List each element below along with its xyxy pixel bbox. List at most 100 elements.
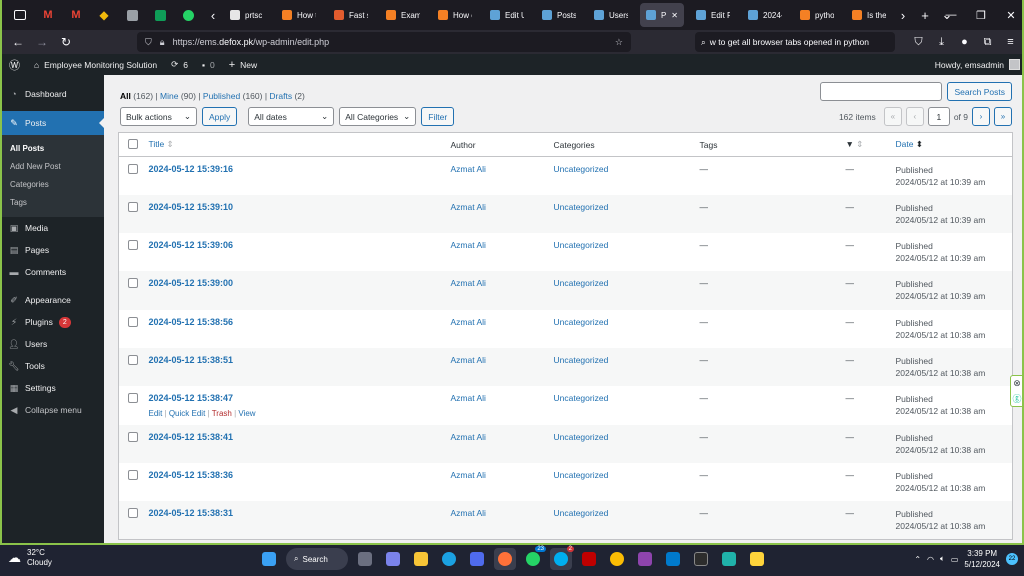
post-title-link[interactable]: 2024-05-12 15:38:31	[149, 508, 234, 518]
browser-tab[interactable]: 2024-05-1	[742, 3, 788, 27]
category-link[interactable]: Uncategorized	[554, 355, 609, 365]
shield-icon[interactable]: ⛉	[145, 37, 152, 48]
sidebar-item-media[interactable]: ▣ Media	[2, 217, 104, 239]
new-tab-icon[interactable]: +	[914, 8, 936, 23]
wordpress-logo-icon[interactable]: Ⓦ	[2, 54, 27, 75]
sidebar-item-plugins[interactable]: ⚡ Plugins 2	[2, 311, 104, 333]
collapse-menu-button[interactable]: ◀ Collapse menu	[2, 399, 104, 421]
author-link[interactable]: Azmat Ali	[451, 317, 486, 327]
author-link[interactable]: Azmat Ali	[451, 470, 486, 480]
close-window-icon[interactable]: ✕	[996, 0, 1022, 30]
vscode-icon[interactable]	[662, 548, 684, 570]
row-checkbox[interactable]	[128, 431, 138, 442]
category-link[interactable]: Uncategorized	[554, 164, 609, 174]
battery-icon[interactable]: ▭	[951, 555, 959, 564]
post-title-link[interactable]: 2024-05-12 15:38:51	[149, 355, 234, 365]
game-icon[interactable]	[634, 548, 656, 570]
gmail-icon[interactable]: M	[65, 4, 87, 26]
clock[interactable]: 3:39 PM 5/12/2024	[964, 548, 1000, 570]
search-posts-input[interactable]	[820, 82, 943, 101]
author-link[interactable]: Azmat Ali	[451, 240, 486, 250]
sidebar-item-dashboard[interactable]: ◔ Dashboard	[2, 83, 104, 105]
category-link[interactable]: Uncategorized	[554, 240, 609, 250]
submenu-categories[interactable]: Categories	[2, 175, 104, 193]
browser-tab[interactable]: Edit Post	[690, 3, 736, 27]
browser-tab[interactable]: pytho	[794, 3, 840, 27]
filter-mine[interactable]: Mine	[160, 91, 178, 101]
pocket-icon[interactable]: ⛉	[907, 36, 930, 49]
sidebar-item-appearance[interactable]: ✐ Appearance	[2, 289, 104, 311]
browser-tab[interactable]: Posts ‹ ✕	[640, 3, 684, 27]
category-link[interactable]: Uncategorized	[554, 508, 609, 518]
categories-filter-select[interactable]: All Categories ⌄	[339, 107, 417, 126]
chrome-icon[interactable]	[606, 548, 628, 570]
quick-edit-link[interactable]: Quick Edit	[169, 409, 205, 418]
row-checkbox[interactable]	[128, 201, 138, 212]
browser-tab[interactable]: How t	[276, 3, 322, 27]
post-title-link[interactable]: 2024-05-12 15:38:36	[149, 470, 234, 480]
author-link[interactable]: Azmat Ali	[451, 508, 486, 518]
last-page-button[interactable]: »	[994, 107, 1012, 126]
python-icon[interactable]	[746, 548, 768, 570]
post-title-link[interactable]: 2024-05-12 15:38:41	[149, 432, 234, 442]
downloads-icon[interactable]: ⤓	[930, 36, 953, 49]
browser-tab[interactable]: Edit User ‹	[484, 3, 530, 27]
post-title-link[interactable]: 2024-05-12 15:38:56	[149, 317, 234, 327]
scroll-tabs-right-icon[interactable]: ›	[892, 8, 914, 23]
chevron-up-icon[interactable]: ⌃	[914, 555, 921, 564]
back-icon[interactable]: ←	[6, 35, 30, 49]
select-all-checkbox[interactable]	[128, 138, 138, 149]
post-title-link[interactable]: 2024-05-12 15:39:00	[149, 278, 234, 288]
browser-tab[interactable]: prtsc	[224, 3, 270, 27]
gmail-icon[interactable]: M	[37, 4, 59, 26]
author-link[interactable]: Azmat Ali	[451, 164, 486, 174]
author-link[interactable]: Azmat Ali	[451, 278, 486, 288]
url-bar[interactable]: ⛉ 🔒︎ https://ems.defox.pk/wp-admin/edit.…	[137, 32, 631, 52]
task-view-icon[interactable]	[354, 548, 376, 570]
sidebar-item-tools[interactable]: 🔧︎ Tools	[2, 355, 104, 377]
sidebar-item-pages[interactable]: ▤ Pages	[2, 239, 104, 261]
store-icon[interactable]	[466, 548, 488, 570]
lock-icon[interactable]: 🔒︎	[160, 37, 165, 48]
sidebar-item-settings[interactable]: ▦ Settings	[2, 377, 104, 399]
category-link[interactable]: Uncategorized	[554, 432, 609, 442]
search-field[interactable]: ⌕ w to get all browser tabs opened in py…	[695, 32, 895, 52]
comments-column-header[interactable]: ▼ ⇕	[841, 132, 892, 157]
filter-drafts[interactable]: Drafts	[269, 91, 292, 101]
row-checkbox[interactable]	[128, 469, 138, 480]
updates-link[interactable]: ⟳ 6	[164, 54, 195, 75]
edit-link[interactable]: Edit	[149, 409, 163, 418]
weather-widget[interactable]: ☁ 32°C Cloudy	[8, 548, 52, 568]
whatsapp-icon[interactable]: 23	[522, 546, 546, 570]
post-title-link[interactable]: 2024-05-12 15:39:10	[149, 202, 234, 212]
post-title-link[interactable]: 2024-05-12 15:39:06	[149, 240, 234, 250]
tab-overview-icon[interactable]	[9, 4, 31, 26]
row-checkbox[interactable]	[128, 278, 138, 289]
filezilla-icon[interactable]	[578, 548, 600, 570]
category-link[interactable]: Uncategorized	[554, 317, 609, 327]
row-checkbox[interactable]	[128, 316, 138, 327]
file-explorer-icon[interactable]	[410, 548, 432, 570]
search-posts-button[interactable]: Search Posts	[947, 82, 1012, 101]
wifi-icon[interactable]: ◠	[927, 555, 934, 564]
account-icon[interactable]: ●	[953, 36, 976, 48]
current-page-input[interactable]: 1	[927, 107, 950, 126]
dates-filter-select[interactable]: All dates ⌄	[248, 107, 335, 126]
author-link[interactable]: Azmat Ali	[451, 355, 486, 365]
filter-published[interactable]: Published	[203, 91, 240, 101]
view-link[interactable]: View	[238, 409, 255, 418]
firefox-icon[interactable]	[494, 548, 516, 570]
notification-badge[interactable]: 22	[1006, 553, 1018, 565]
row-checkbox[interactable]	[128, 508, 138, 519]
submenu-all-posts[interactable]: All Posts	[2, 139, 104, 157]
close-tab-icon[interactable]: ✕	[671, 11, 678, 20]
title-column-header[interactable]: Title	[149, 139, 165, 149]
scroll-tabs-left-icon[interactable]: ‹	[202, 8, 224, 23]
browser-tab[interactable]: How c	[432, 3, 478, 27]
post-title-link[interactable]: 2024-05-12 15:39:16	[149, 164, 234, 174]
row-checkbox[interactable]	[128, 240, 138, 251]
author-link[interactable]: Azmat Ali	[451, 202, 486, 212]
new-content-link[interactable]: + New	[222, 54, 264, 75]
sidebar-item-users[interactable]: 👤︎ Users	[2, 333, 104, 355]
extensions-icon[interactable]: ⧉	[976, 36, 999, 49]
